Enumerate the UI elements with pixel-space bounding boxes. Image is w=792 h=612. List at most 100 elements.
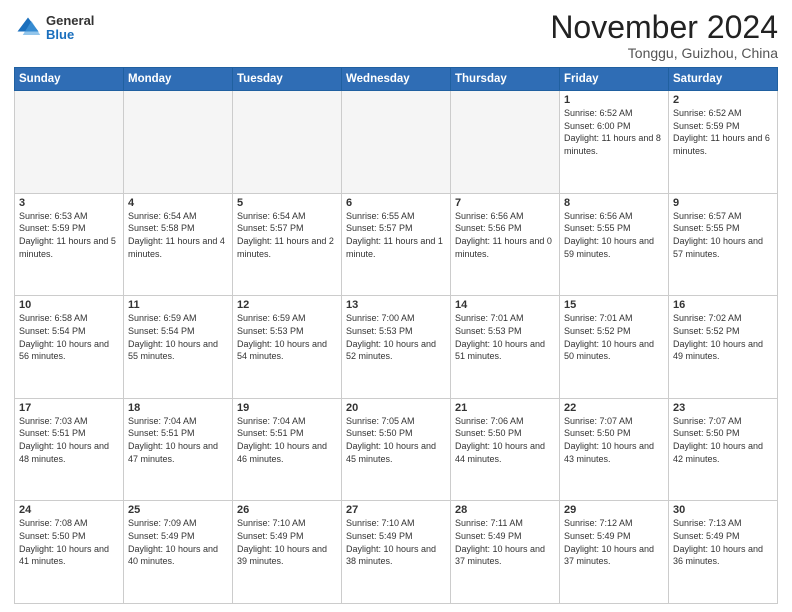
calendar-cell: 26Sunrise: 7:10 AMSunset: 5:49 PMDayligh… [233,501,342,604]
day-info: Sunrise: 7:06 AMSunset: 5:50 PMDaylight:… [455,415,555,465]
calendar-cell: 5Sunrise: 6:54 AMSunset: 5:57 PMDaylight… [233,193,342,296]
day-number: 12 [237,299,337,311]
calendar-cell: 18Sunrise: 7:04 AMSunset: 5:51 PMDayligh… [124,398,233,501]
day-number: 3 [19,197,119,209]
calendar-cell: 23Sunrise: 7:07 AMSunset: 5:50 PMDayligh… [669,398,778,501]
day-number: 10 [19,299,119,311]
day-info: Sunrise: 7:01 AMSunset: 5:52 PMDaylight:… [564,312,664,362]
calendar-cell: 11Sunrise: 6:59 AMSunset: 5:54 PMDayligh… [124,296,233,399]
day-number: 16 [673,299,773,311]
day-info: Sunrise: 6:54 AMSunset: 5:57 PMDaylight:… [237,210,337,260]
day-info: Sunrise: 6:55 AMSunset: 5:57 PMDaylight:… [346,210,446,260]
col-header-wednesday: Wednesday [342,68,451,91]
day-number: 25 [128,504,228,516]
month-title: November 2024 [550,10,778,45]
calendar-cell: 7Sunrise: 6:56 AMSunset: 5:56 PMDaylight… [451,193,560,296]
day-info: Sunrise: 7:10 AMSunset: 5:49 PMDaylight:… [346,517,446,567]
calendar-cell: 21Sunrise: 7:06 AMSunset: 5:50 PMDayligh… [451,398,560,501]
col-header-saturday: Saturday [669,68,778,91]
calendar-week-1: 1Sunrise: 6:52 AMSunset: 6:00 PMDaylight… [15,91,778,194]
page: General Blue November 2024 Tonggu, Guizh… [0,0,792,612]
calendar-cell: 17Sunrise: 7:03 AMSunset: 5:51 PMDayligh… [15,398,124,501]
calendar-cell [124,91,233,194]
day-number: 15 [564,299,664,311]
calendar-cell: 9Sunrise: 6:57 AMSunset: 5:55 PMDaylight… [669,193,778,296]
day-number: 4 [128,197,228,209]
calendar-cell: 29Sunrise: 7:12 AMSunset: 5:49 PMDayligh… [560,501,669,604]
day-number: 20 [346,402,446,414]
day-info: Sunrise: 6:56 AMSunset: 5:56 PMDaylight:… [455,210,555,260]
calendar-cell: 13Sunrise: 7:00 AMSunset: 5:53 PMDayligh… [342,296,451,399]
day-number: 18 [128,402,228,414]
day-number: 26 [237,504,337,516]
calendar-cell [233,91,342,194]
day-info: Sunrise: 7:04 AMSunset: 5:51 PMDaylight:… [128,415,228,465]
calendar-cell [451,91,560,194]
day-info: Sunrise: 6:56 AMSunset: 5:55 PMDaylight:… [564,210,664,260]
calendar-cell: 28Sunrise: 7:11 AMSunset: 5:49 PMDayligh… [451,501,560,604]
day-info: Sunrise: 7:11 AMSunset: 5:49 PMDaylight:… [455,517,555,567]
day-number: 28 [455,504,555,516]
calendar-cell: 8Sunrise: 6:56 AMSunset: 5:55 PMDaylight… [560,193,669,296]
day-number: 11 [128,299,228,311]
calendar-cell: 22Sunrise: 7:07 AMSunset: 5:50 PMDayligh… [560,398,669,501]
day-number: 29 [564,504,664,516]
header: General Blue November 2024 Tonggu, Guizh… [14,10,778,61]
calendar-week-4: 17Sunrise: 7:03 AMSunset: 5:51 PMDayligh… [15,398,778,501]
day-info: Sunrise: 7:07 AMSunset: 5:50 PMDaylight:… [673,415,773,465]
day-number: 6 [346,197,446,209]
calendar-cell: 16Sunrise: 7:02 AMSunset: 5:52 PMDayligh… [669,296,778,399]
title-block: November 2024 Tonggu, Guizhou, China [550,10,778,61]
col-header-sunday: Sunday [15,68,124,91]
day-info: Sunrise: 7:12 AMSunset: 5:49 PMDaylight:… [564,517,664,567]
logo-text: General Blue [46,14,94,43]
calendar-cell: 27Sunrise: 7:10 AMSunset: 5:49 PMDayligh… [342,501,451,604]
day-number: 5 [237,197,337,209]
day-number: 30 [673,504,773,516]
day-info: Sunrise: 7:08 AMSunset: 5:50 PMDaylight:… [19,517,119,567]
day-info: Sunrise: 6:58 AMSunset: 5:54 PMDaylight:… [19,312,119,362]
day-number: 13 [346,299,446,311]
calendar-cell: 2Sunrise: 6:52 AMSunset: 5:59 PMDaylight… [669,91,778,194]
calendar-week-5: 24Sunrise: 7:08 AMSunset: 5:50 PMDayligh… [15,501,778,604]
day-info: Sunrise: 6:59 AMSunset: 5:53 PMDaylight:… [237,312,337,362]
calendar-week-2: 3Sunrise: 6:53 AMSunset: 5:59 PMDaylight… [15,193,778,296]
day-info: Sunrise: 7:07 AMSunset: 5:50 PMDaylight:… [564,415,664,465]
day-number: 24 [19,504,119,516]
day-number: 14 [455,299,555,311]
col-header-tuesday: Tuesday [233,68,342,91]
day-info: Sunrise: 7:05 AMSunset: 5:50 PMDaylight:… [346,415,446,465]
calendar-table: SundayMondayTuesdayWednesdayThursdayFrid… [14,67,778,604]
day-info: Sunrise: 7:04 AMSunset: 5:51 PMDaylight:… [237,415,337,465]
calendar-week-3: 10Sunrise: 6:58 AMSunset: 5:54 PMDayligh… [15,296,778,399]
day-number: 22 [564,402,664,414]
day-info: Sunrise: 6:57 AMSunset: 5:55 PMDaylight:… [673,210,773,260]
calendar-cell: 6Sunrise: 6:55 AMSunset: 5:57 PMDaylight… [342,193,451,296]
calendar-cell: 1Sunrise: 6:52 AMSunset: 6:00 PMDaylight… [560,91,669,194]
day-number: 19 [237,402,337,414]
day-info: Sunrise: 7:13 AMSunset: 5:49 PMDaylight:… [673,517,773,567]
day-info: Sunrise: 7:10 AMSunset: 5:49 PMDaylight:… [237,517,337,567]
calendar-cell: 19Sunrise: 7:04 AMSunset: 5:51 PMDayligh… [233,398,342,501]
day-info: Sunrise: 7:09 AMSunset: 5:49 PMDaylight:… [128,517,228,567]
day-number: 2 [673,94,773,106]
day-number: 9 [673,197,773,209]
calendar-cell: 30Sunrise: 7:13 AMSunset: 5:49 PMDayligh… [669,501,778,604]
calendar-cell: 25Sunrise: 7:09 AMSunset: 5:49 PMDayligh… [124,501,233,604]
location: Tonggu, Guizhou, China [550,45,778,61]
calendar-cell: 10Sunrise: 6:58 AMSunset: 5:54 PMDayligh… [15,296,124,399]
day-info: Sunrise: 6:52 AMSunset: 5:59 PMDaylight:… [673,107,773,157]
day-info: Sunrise: 7:02 AMSunset: 5:52 PMDaylight:… [673,312,773,362]
day-number: 17 [19,402,119,414]
col-header-monday: Monday [124,68,233,91]
day-info: Sunrise: 6:54 AMSunset: 5:58 PMDaylight:… [128,210,228,260]
calendar-cell: 12Sunrise: 6:59 AMSunset: 5:53 PMDayligh… [233,296,342,399]
calendar-cell: 15Sunrise: 7:01 AMSunset: 5:52 PMDayligh… [560,296,669,399]
col-header-thursday: Thursday [451,68,560,91]
logo-blue: Blue [46,28,94,42]
calendar-cell: 24Sunrise: 7:08 AMSunset: 5:50 PMDayligh… [15,501,124,604]
calendar-header-row: SundayMondayTuesdayWednesdayThursdayFrid… [15,68,778,91]
day-info: Sunrise: 6:59 AMSunset: 5:54 PMDaylight:… [128,312,228,362]
day-info: Sunrise: 7:00 AMSunset: 5:53 PMDaylight:… [346,312,446,362]
day-info: Sunrise: 6:53 AMSunset: 5:59 PMDaylight:… [19,210,119,260]
